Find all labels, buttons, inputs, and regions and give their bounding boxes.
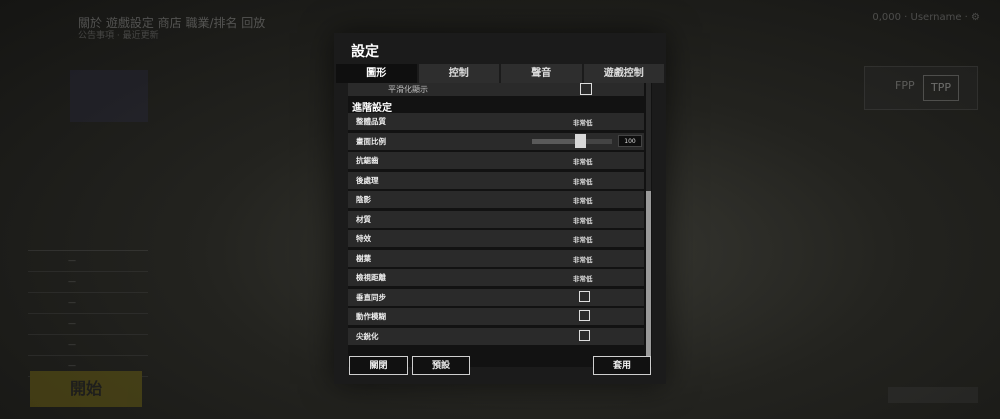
setting-label: 材質 (356, 214, 371, 224)
scale-value-input[interactable]: 100 (618, 134, 642, 147)
lobby-list-item: — (28, 314, 148, 335)
setting-row: 陰影 非常低 (348, 191, 644, 208)
setting-label: 檢視距離 (356, 273, 386, 282)
lobby-list-item: — (28, 335, 148, 356)
lobby-bottom-right (888, 387, 978, 403)
setting-label: 垂直同步 (356, 292, 386, 302)
setting-row: 材質 非常低 (348, 210, 644, 228)
fpp-label: FPP (895, 79, 915, 92)
setting-row: 畫面比例 100 (348, 132, 644, 150)
setting-label: 樹葉 (356, 253, 371, 263)
apply-button[interactable]: 套用 (593, 356, 651, 375)
lobby-top-right: 0,000 · Username · ⚙ (872, 12, 980, 23)
lobby-list-item: — (28, 293, 148, 314)
setting-value[interactable]: 非常低 (573, 254, 593, 264)
settings-dialog: 設定 圖形 控制 聲音 遊戲控制 平滑化顯示 進階設定 整體品質 非常低 畫面比例 100 抗… (334, 33, 666, 384)
partial-row-checkbox[interactable] (580, 83, 592, 95)
partial-row: 平滑化顯示 (348, 83, 644, 96)
setting-row: 後處理 非常低 (348, 171, 644, 189)
setting-label: 尖銳化 (356, 331, 379, 341)
slider-fill (532, 138, 580, 144)
setting-value[interactable]: 非常低 (573, 117, 593, 127)
lobby-subtitle: 公告事項 · 最近更新 (78, 31, 159, 41)
setting-row: 樹葉 非常低 (348, 249, 644, 267)
settings-content: 平滑化顯示 進階設定 整體品質 非常低 畫面比例 100 抗鋸齒 非常低 後處理 非常低 陰影非… (348, 83, 652, 367)
close-button[interactable]: 關閉 (349, 356, 408, 375)
tpp-label: TPP (923, 75, 959, 101)
setting-value[interactable]: 非常低 (573, 273, 593, 283)
slider-handle[interactable] (575, 133, 586, 148)
setting-value[interactable]: 非常低 (573, 215, 593, 225)
setting-label: 後處理 (356, 175, 379, 185)
lobby-left-list: — — — — — — (28, 250, 148, 381)
setting-row: 特效 非常低 (348, 230, 644, 247)
setting-label: 動作模糊 (356, 312, 386, 321)
partial-row-label: 平滑化顯示 (388, 85, 428, 94)
setting-checkbox[interactable] (579, 329, 590, 341)
tab-1[interactable]: 控制 (418, 64, 499, 83)
default-button[interactable]: 預設 (412, 356, 470, 375)
perspective-toggle: FPP TPP (864, 66, 978, 110)
setting-row: 尖銳化 (348, 327, 644, 345)
settings-tabs: 圖形 控制 聲音 遊戲控制 (336, 64, 664, 83)
tab-0[interactable]: 圖形 (336, 64, 417, 83)
setting-label: 特效 (356, 234, 371, 243)
scale-slider[interactable] (532, 133, 612, 148)
setting-label: 整體品質 (356, 117, 386, 126)
setting-label: 抗鋸齒 (356, 156, 379, 165)
setting-value[interactable]: 非常低 (573, 234, 593, 244)
setting-row: 抗鋸齒 非常低 (348, 152, 644, 169)
tab-2[interactable]: 聲音 (501, 64, 582, 83)
setting-checkbox[interactable] (579, 310, 590, 321)
tab-3[interactable]: 遊戲控制 (583, 64, 664, 83)
section-title: 進階設定 (352, 103, 392, 114)
start-button: 開始 (30, 371, 142, 407)
setting-checkbox[interactable] (579, 290, 590, 302)
scrollbar-thumb[interactable] (646, 191, 651, 367)
setting-row: 垂直同步 (348, 288, 644, 306)
scrollbar[interactable] (646, 83, 651, 367)
setting-row: 動作模糊 (348, 308, 644, 325)
setting-value[interactable]: 非常低 (573, 195, 593, 205)
settings-rows: 整體品質 非常低 畫面比例 100 抗鋸齒 非常低 後處理 非常低 陰影 非常低 材質 非常低 特效 非常… (348, 113, 644, 347)
setting-row: 整體品質 非常低 (348, 113, 644, 130)
setting-row: 檢視距離 非常低 (348, 269, 644, 286)
lobby-list-item: — (28, 251, 148, 272)
lobby-list-item: — (28, 272, 148, 293)
setting-label: 畫面比例 (356, 136, 386, 146)
setting-value[interactable]: 非常低 (573, 156, 593, 166)
setting-value[interactable]: 非常低 (573, 176, 593, 186)
dialog-title: 設定 (351, 44, 379, 60)
setting-label: 陰影 (356, 195, 371, 204)
lobby-info-panel (70, 70, 148, 122)
